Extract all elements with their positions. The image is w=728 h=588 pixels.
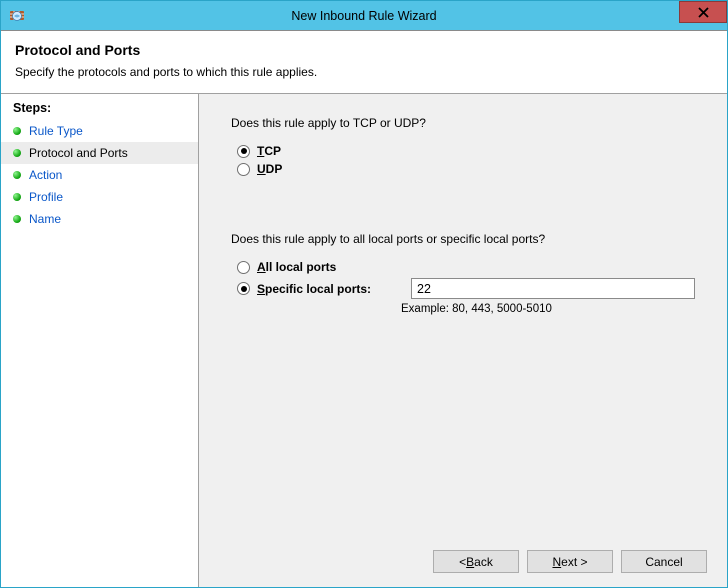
header: Protocol and Ports Specify the protocols… [1, 31, 727, 93]
bullet-icon [13, 149, 21, 157]
bullet-icon [13, 193, 21, 201]
step-action[interactable]: Action [1, 164, 198, 186]
wizard-window: New Inbound Rule Wizard Protocol and Por… [0, 0, 728, 588]
close-icon [698, 7, 709, 18]
step-label: Action [29, 168, 62, 182]
cancel-button[interactable]: Cancel [621, 550, 707, 573]
ports-group: All local ports Specific local ports: Ex… [237, 260, 695, 315]
titlebar[interactable]: New Inbound Rule Wizard [1, 1, 727, 31]
next-button[interactable]: Next > [527, 550, 613, 573]
steps-heading: Steps: [1, 101, 198, 120]
close-button[interactable] [679, 1, 727, 23]
page-title: Protocol and Ports [15, 42, 713, 58]
radio-label: All local ports [257, 260, 336, 274]
step-name[interactable]: Name [1, 208, 198, 230]
radio-label: TCP [257, 144, 281, 158]
ports-question: Does this rule apply to all local ports … [231, 232, 695, 246]
bullet-icon [13, 215, 21, 223]
radio-indicator [237, 282, 250, 295]
radio-tcp[interactable]: TCP [237, 144, 695, 158]
radio-udp[interactable]: UDP [237, 162, 695, 176]
steps-sidebar: Steps: Rule Type Protocol and Ports Acti… [1, 94, 199, 587]
ports-example: Example: 80, 443, 5000-5010 [401, 303, 695, 315]
radio-indicator [237, 145, 250, 158]
firewall-icon [9, 8, 25, 24]
radio-specific-local-ports[interactable]: Specific local ports: [237, 278, 695, 299]
bullet-icon [13, 171, 21, 179]
radio-indicator [237, 163, 250, 176]
step-protocol-and-ports[interactable]: Protocol and Ports [1, 142, 198, 164]
back-button[interactable]: < Back [433, 550, 519, 573]
radio-label: UDP [257, 162, 282, 176]
window-title: New Inbound Rule Wizard [1, 9, 727, 23]
step-label: Protocol and Ports [29, 146, 128, 160]
radio-all-local-ports[interactable]: All local ports [237, 260, 695, 274]
step-rule-type[interactable]: Rule Type [1, 120, 198, 142]
step-label: Name [29, 212, 61, 226]
step-label: Profile [29, 190, 63, 204]
radio-label: Specific local ports: [257, 282, 395, 296]
main-panel: Does this rule apply to TCP or UDP? TCP … [199, 94, 727, 587]
step-profile[interactable]: Profile [1, 186, 198, 208]
button-bar: < Back Next > Cancel [433, 550, 707, 573]
protocol-group: TCP UDP [237, 144, 695, 180]
body: Steps: Rule Type Protocol and Ports Acti… [1, 94, 727, 587]
radio-indicator [237, 261, 250, 274]
specific-ports-input[interactable] [411, 278, 695, 299]
page-subtitle: Specify the protocols and ports to which… [15, 65, 713, 79]
step-label: Rule Type [29, 124, 83, 138]
bullet-icon [13, 127, 21, 135]
protocol-question: Does this rule apply to TCP or UDP? [231, 116, 695, 130]
